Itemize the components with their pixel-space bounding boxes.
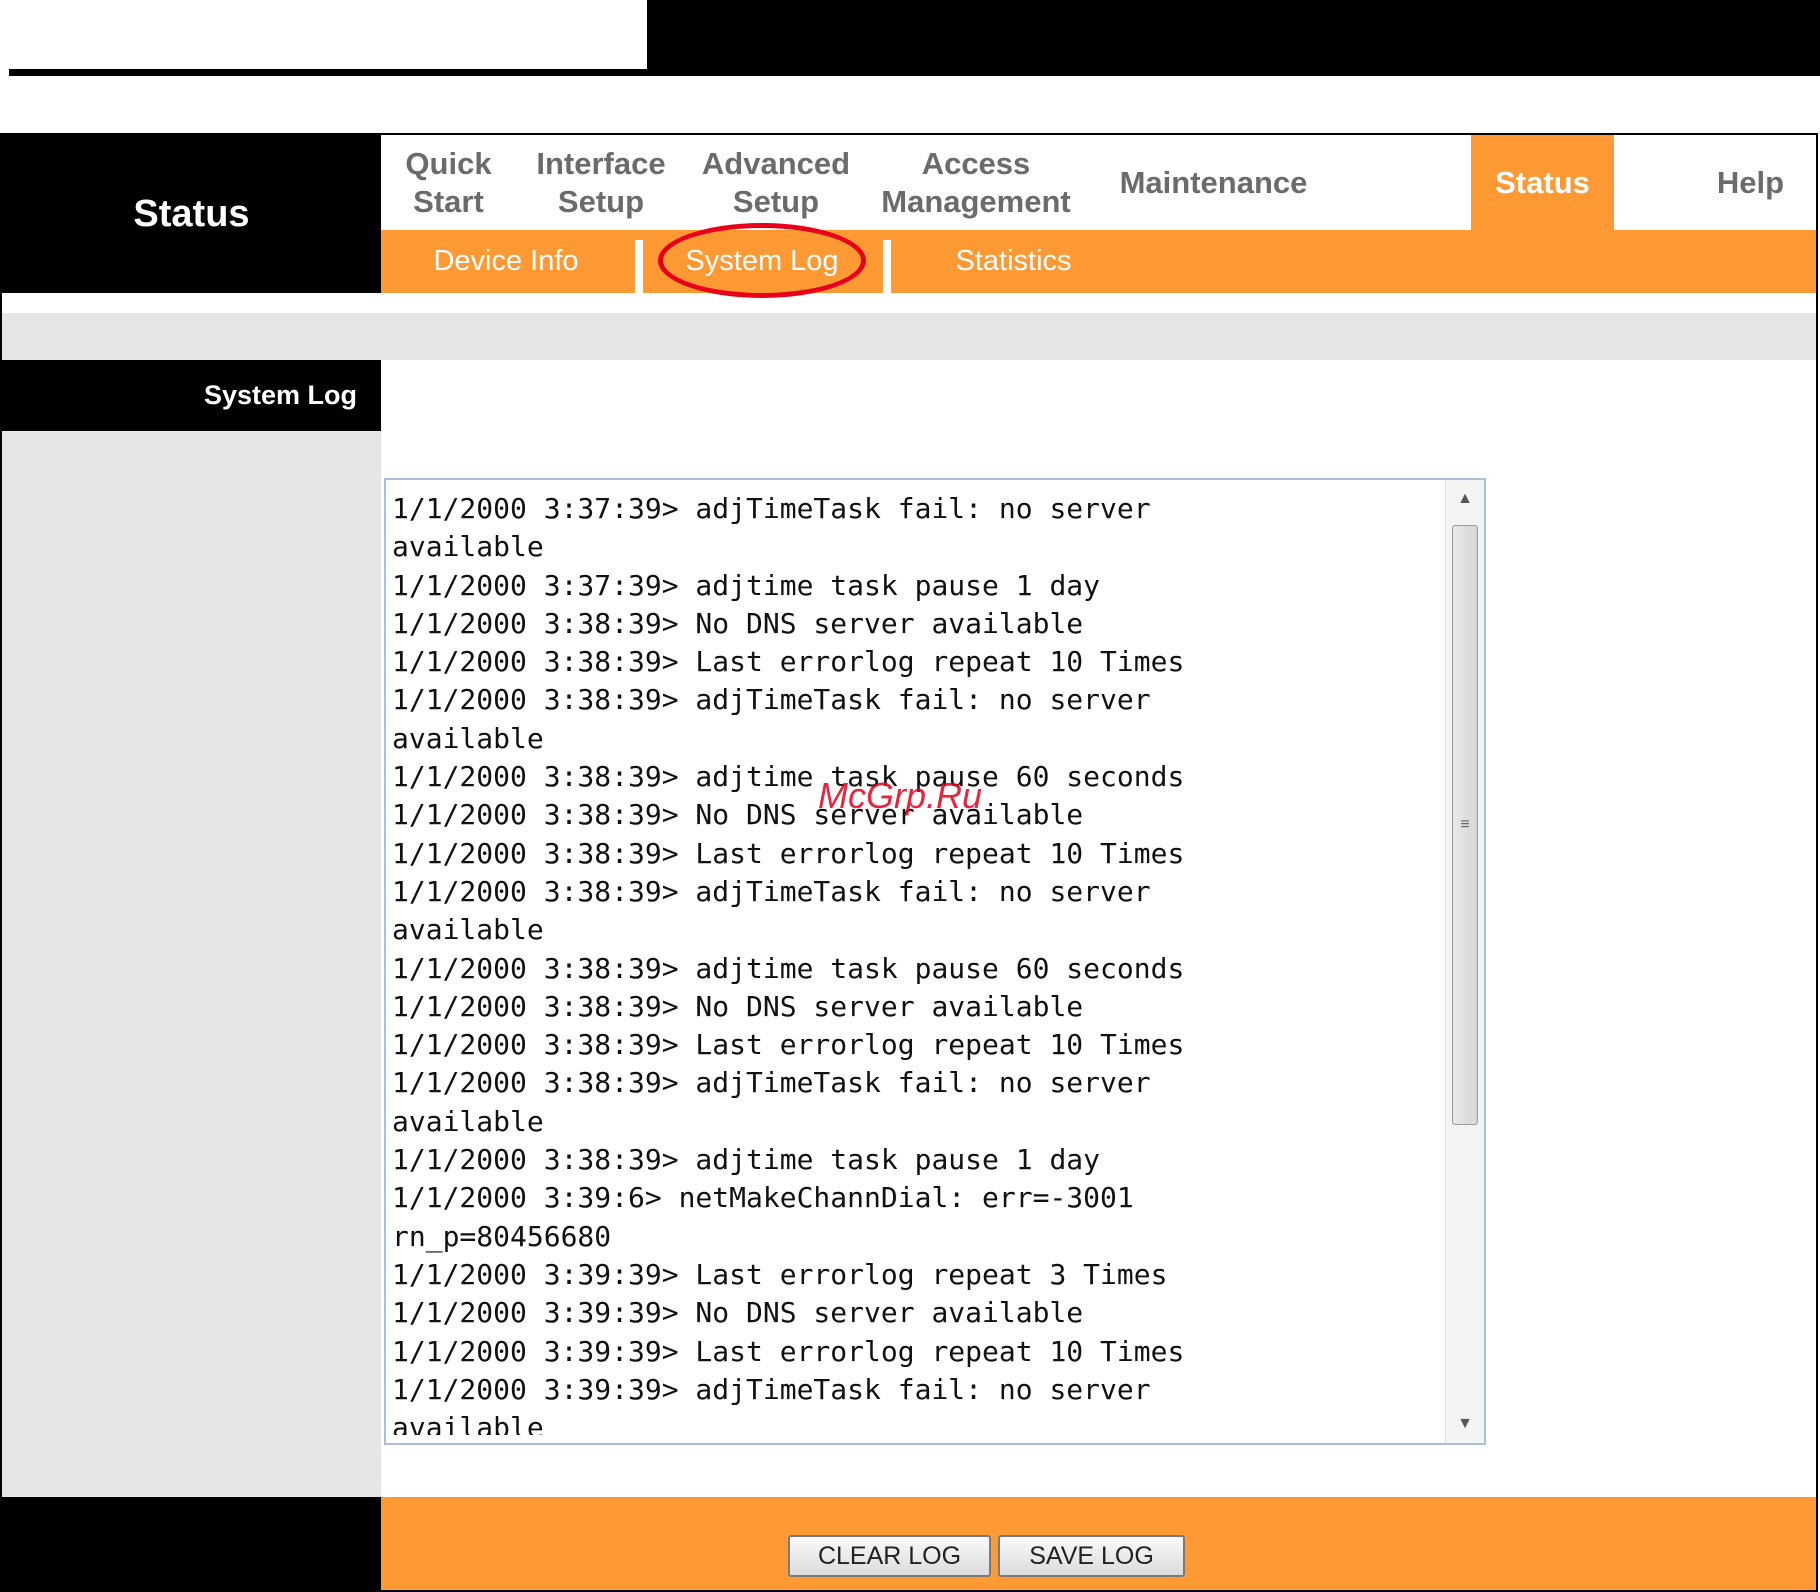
watermark: McGrp.Ru: [818, 775, 983, 816]
log-line: 1/1/2000 3:38:39> adjtime task pause 60 …: [392, 951, 1185, 985]
subnav-system-log[interactable]: System Log: [643, 230, 881, 293]
log-line: 1/1/2000 3:38:39> Last errorlog repeat 1…: [392, 836, 1185, 870]
footer-left-block: [2, 1497, 381, 1590]
log-line: available: [392, 913, 544, 947]
nav-help[interactable]: Help: [1681, 135, 1816, 230]
content-band: [2, 313, 1816, 360]
subnav-separator: [635, 240, 643, 293]
header-banner: [647, 0, 1820, 76]
log-line: 1/1/2000 3:38:39> Last errorlog repeat 1…: [392, 645, 1185, 679]
log-line: 1/1/2000 3:37:39> adjtime task pause 1 d…: [392, 568, 1101, 602]
log-line: 1/1/2000 3:38:39> adjTimeTask fail: no s…: [392, 874, 1151, 908]
sidebar: System Log: [2, 360, 381, 1497]
log-line: 1/1/2000 3:38:39> adjtime task pause 1 d…: [392, 1143, 1101, 1177]
log-line: 1/1/2000 3:39:6> netMakeChannDial: err=-…: [392, 1181, 1134, 1215]
log-line: 1/1/2000 3:39:39> No DNS server availabl…: [392, 1296, 1084, 1330]
log-line: 1/1/2000 3:37:39> adjTimeTask fail: no s…: [392, 492, 1151, 525]
log-line: 1/1/2000 3:38:39> adjtime task pause 60 …: [392, 760, 1185, 794]
triangle-down-icon[interactable]: ▼: [1446, 1405, 1484, 1443]
subnav-separator: [883, 240, 891, 293]
grip-icon: ≡: [1460, 816, 1470, 833]
log-line: 1/1/2000 3:38:39> No DNS server availabl…: [392, 989, 1084, 1023]
triangle-up-icon[interactable]: ▲: [1446, 480, 1484, 518]
log-scrollbar[interactable]: ▲ ≡ ▼: [1445, 480, 1484, 1443]
log-line: 1/1/2000 3:39:39> Last errorlog repeat 1…: [392, 1334, 1185, 1368]
log-line: available: [392, 530, 544, 564]
nav-quick-start[interactable]: Quick Start: [381, 135, 516, 230]
log-line: 1/1/2000 3:38:39> No DNS server availabl…: [392, 606, 1084, 640]
sidebar-title: System Log: [2, 360, 381, 431]
footer-bar: CLEAR LOG SAVE LOG: [381, 1497, 1816, 1590]
section-title: Status: [2, 135, 381, 293]
nav-status[interactable]: Status: [1471, 135, 1614, 230]
nav-interface-setup[interactable]: Interface Setup: [516, 135, 686, 230]
router-admin-frame: Status Quick Start Interface Setup Advance…: [0, 133, 1818, 1592]
log-line: available: [392, 1411, 544, 1435]
main-nav: Quick Start Interface Setup Advanced Setup …: [381, 135, 1816, 230]
subnav-device-info[interactable]: Device Info: [381, 230, 631, 293]
log-line: 1/1/2000 3:39:39> adjTimeTask fail: no s…: [392, 1372, 1151, 1406]
log-content: 1/1/2000 3:37:39> adjTimeTask fail: no s…: [392, 490, 1432, 1435]
nav-advanced-setup[interactable]: Advanced Setup: [686, 135, 866, 230]
log-line: 1/1/2000 3:39:39> Last errorlog repeat 3…: [392, 1257, 1168, 1291]
header-rule: [9, 69, 647, 76]
log-line: 1/1/2000 3:38:39> Last errorlog repeat 1…: [392, 1028, 1185, 1062]
sub-nav: Device Info System Log Statistics: [381, 223, 1816, 298]
system-log-textarea[interactable]: 1/1/2000 3:37:39> adjTimeTask fail: no s…: [384, 478, 1486, 1445]
log-line: 1/1/2000 3:38:39> adjTimeTask fail: no s…: [392, 683, 1151, 717]
log-line: 1/1/2000 3:38:39> adjTimeTask fail: no s…: [392, 1066, 1151, 1100]
scroll-thumb[interactable]: ≡: [1452, 525, 1478, 1125]
save-log-button[interactable]: SAVE LOG: [998, 1535, 1185, 1577]
subnav-statistics[interactable]: Statistics: [891, 230, 1136, 293]
clear-log-button[interactable]: CLEAR LOG: [788, 1535, 991, 1577]
nav-access-management[interactable]: Access Management: [866, 135, 1086, 230]
log-line: available: [392, 721, 544, 755]
log-line: available: [392, 1104, 544, 1138]
log-line: rn_p=80456680: [392, 1219, 612, 1253]
nav-maintenance[interactable]: Maintenance: [1086, 135, 1341, 230]
